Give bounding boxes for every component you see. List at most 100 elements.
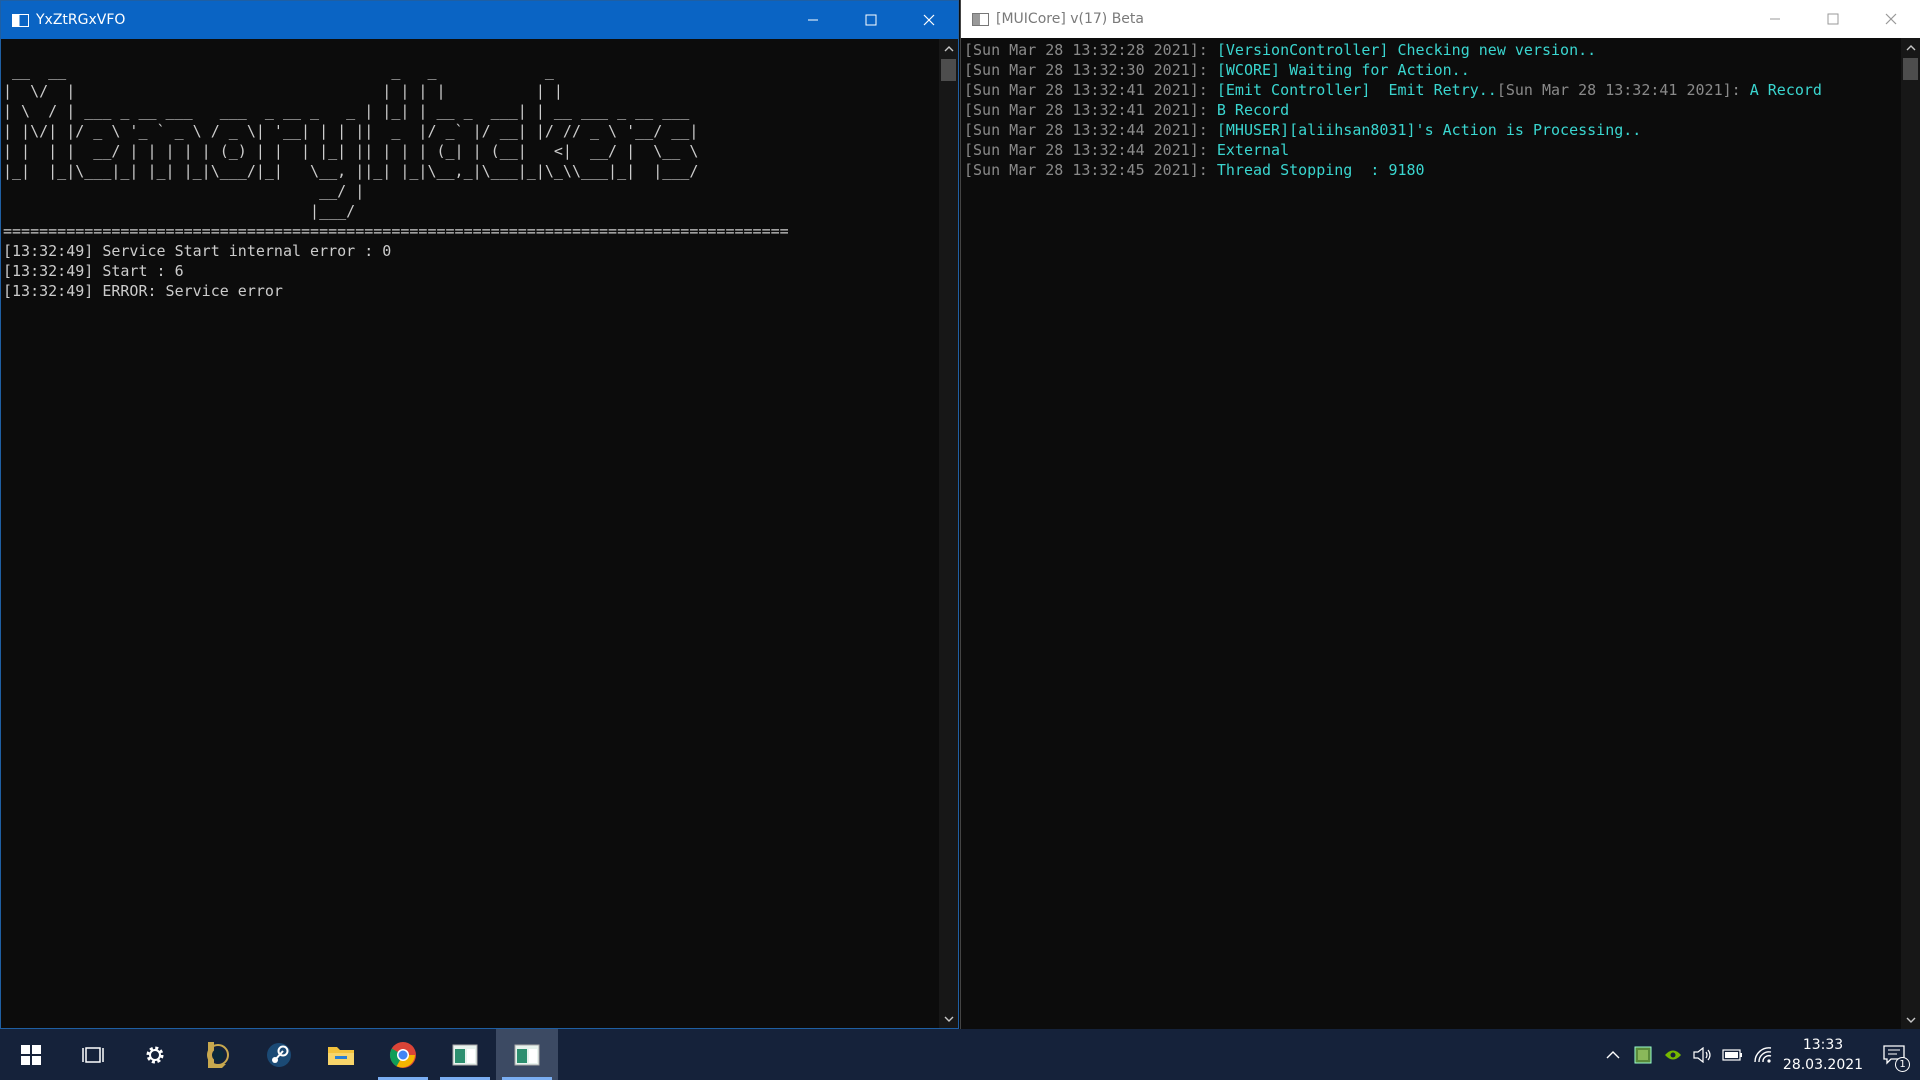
scroll-down-button[interactable] [1901, 1011, 1920, 1029]
log-message: External [1216, 141, 1290, 159]
console-window-left[interactable]: YxZtRGxVFO __ __ _ _ _ | \/ | | | | | | … [0, 0, 959, 1029]
log-message: [WCORE] Waiting for Action.. [1216, 61, 1470, 79]
log-message: [MHUSER][aliihsan8031]'s Action is Proce… [1216, 121, 1642, 139]
banner-line: __ __ _ _ _ [3, 62, 554, 80]
banner-line: |___/ [3, 202, 356, 220]
settings-gear-icon [146, 1046, 164, 1063]
volume-button[interactable] [1688, 1029, 1718, 1080]
log-line: [Sun Mar 28 13:32:45 2021]: Thread Stopp… [964, 160, 1900, 180]
minimize-icon [808, 19, 818, 21]
chrome-button[interactable] [372, 1029, 434, 1080]
log-line: [Sun Mar 28 13:32:30 2021]: [WCORE] Wait… [964, 60, 1900, 80]
console-app-icon [452, 1044, 478, 1065]
scroll-down-button[interactable] [939, 1010, 958, 1028]
scroll-thumb[interactable] [941, 59, 956, 81]
banner-line: __/ | [3, 182, 365, 200]
chevron-up-icon [1606, 1050, 1620, 1058]
steam-button[interactable] [248, 1029, 310, 1080]
chevron-up-icon [944, 45, 953, 51]
wifi-icon [1754, 1046, 1772, 1063]
task-view-button[interactable] [62, 1029, 124, 1080]
console-app-active-icon [514, 1044, 540, 1065]
close-icon [1885, 13, 1897, 25]
left-scrollbar[interactable] [939, 39, 958, 1028]
banner-line: | \ / | ___ _ __ ___ ___ _ __ _ _ | |_| … [3, 102, 690, 120]
file-explorer-button[interactable] [310, 1029, 372, 1080]
log-timestamp: [Sun Mar 28 13:32:41 2021]: [1496, 81, 1750, 99]
minimize-button[interactable] [784, 1, 842, 39]
league-of-legends-button[interactable] [186, 1029, 248, 1080]
log-line: [13:32:49] Service Start internal error … [3, 242, 392, 260]
clock-date: 28.03.2021 [1782, 1056, 1864, 1073]
left-title-bar[interactable]: YxZtRGxVFO [1, 1, 958, 39]
minimize-icon [1770, 18, 1780, 20]
log-timestamp: [Sun Mar 28 13:32:44 2021]: [964, 121, 1217, 139]
windows-start-icon [21, 1044, 41, 1065]
settings-button[interactable] [124, 1029, 186, 1080]
log-timestamp: [Sun Mar 28 13:32:45 2021]: [964, 161, 1217, 179]
taskbar: 13:33 28.03.2021 1 [0, 1029, 1920, 1080]
volume-icon [1693, 1046, 1711, 1063]
scroll-up-button[interactable] [1901, 38, 1920, 56]
maximize-icon [865, 14, 877, 26]
log-timestamp: [Sun Mar 28 13:32:30 2021]: [964, 61, 1217, 79]
file-explorer-icon [328, 1046, 354, 1065]
log-message: B Record [1216, 101, 1290, 119]
log-message: A Record [1749, 81, 1822, 99]
scroll-up-button[interactable] [939, 39, 958, 57]
minimize-button[interactable] [1746, 0, 1804, 38]
start-button[interactable] [0, 1029, 62, 1080]
console-app-button[interactable] [434, 1029, 496, 1080]
left-window-title: YxZtRGxVFO [36, 12, 126, 28]
console-window-icon [970, 0, 990, 38]
network-button[interactable] [1748, 1029, 1778, 1080]
maximize-icon [1827, 13, 1839, 25]
console-window-right[interactable]: [MUICore] v(17) Beta [Sun Mar 28 13:32:2… [960, 0, 1920, 1029]
battery-button[interactable] [1718, 1029, 1748, 1080]
banner-line: |_| |_|\___|_| |_| |_|\___/|_| \__, ||_|… [3, 162, 699, 180]
log-line: [13:32:49] ERROR: Service error [3, 282, 283, 300]
banner-line: | | | | __/ | | | | | (_) | | | |_| || |… [3, 142, 699, 160]
tray-app-button[interactable] [1628, 1029, 1658, 1080]
chevron-down-icon [944, 1016, 953, 1022]
console-app-active-button[interactable] [496, 1029, 558, 1080]
desktop-screen: YxZtRGxVFO __ __ _ _ _ | \/ | | | | | | … [0, 0, 1920, 1080]
log-message: Thread Stopping : 9180 [1216, 161, 1425, 179]
nvidia-tray-button[interactable] [1658, 1029, 1688, 1080]
banner-line: | \/ | | | | | | | [3, 82, 563, 100]
battery-icon [1722, 1048, 1742, 1061]
chrome-icon [389, 1041, 416, 1068]
maximize-button[interactable] [842, 1, 900, 39]
notification-count-badge: 1 [1895, 1057, 1910, 1072]
chevron-down-icon [1906, 1017, 1915, 1023]
right-title-bar[interactable]: [MUICore] v(17) Beta [961, 0, 1920, 38]
log-message: [Emit Controller] Emit Retry.. [1216, 81, 1497, 99]
close-button[interactable] [900, 1, 958, 39]
log-line: [Sun Mar 28 13:32:41 2021]: [Emit Contro… [964, 80, 1900, 100]
log-line: [Sun Mar 28 13:32:44 2021]: External [964, 140, 1900, 160]
log-line: [Sun Mar 28 13:32:28 2021]: [VersionCont… [964, 40, 1900, 60]
log-line: [Sun Mar 28 13:32:41 2021]: B Record [964, 100, 1900, 120]
clock-time: 13:33 [1802, 1036, 1844, 1053]
taskbar-clock[interactable]: 13:33 28.03.2021 [1778, 1035, 1868, 1075]
tray-app-icon [1634, 1046, 1652, 1063]
right-scrollbar[interactable] [1901, 38, 1920, 1029]
task-view-icon [82, 1046, 104, 1063]
log-message: [VersionController] Checking new version… [1216, 41, 1597, 59]
log-timestamp: [Sun Mar 28 13:32:41 2021]: [964, 101, 1217, 119]
log-timestamp: [Sun Mar 28 13:32:28 2021]: [964, 41, 1217, 59]
steam-icon [267, 1042, 291, 1067]
nvidia-icon [1665, 1050, 1681, 1059]
show-hidden-icons-button[interactable] [1598, 1029, 1628, 1080]
log-timestamp: [Sun Mar 28 13:32:41 2021]: [964, 81, 1217, 99]
chevron-up-icon [1906, 44, 1915, 50]
right-window-title: [MUICore] v(17) Beta [996, 11, 1144, 27]
scroll-thumb[interactable] [1903, 58, 1918, 80]
banner-line: | |\/| |/ _ \ '_ ` _ \ / _ \| '__| | | |… [3, 122, 699, 140]
right-console-output[interactable]: [Sun Mar 28 13:32:28 2021]: [VersionCont… [961, 38, 1900, 1029]
close-button[interactable] [1862, 0, 1920, 38]
left-console-output[interactable]: __ __ _ _ _ | \/ | | | | | | | | \ / | ___… [1, 39, 940, 1028]
close-icon [923, 14, 935, 26]
maximize-button[interactable] [1804, 0, 1862, 38]
action-center-button[interactable]: 1 [1868, 1029, 1920, 1080]
